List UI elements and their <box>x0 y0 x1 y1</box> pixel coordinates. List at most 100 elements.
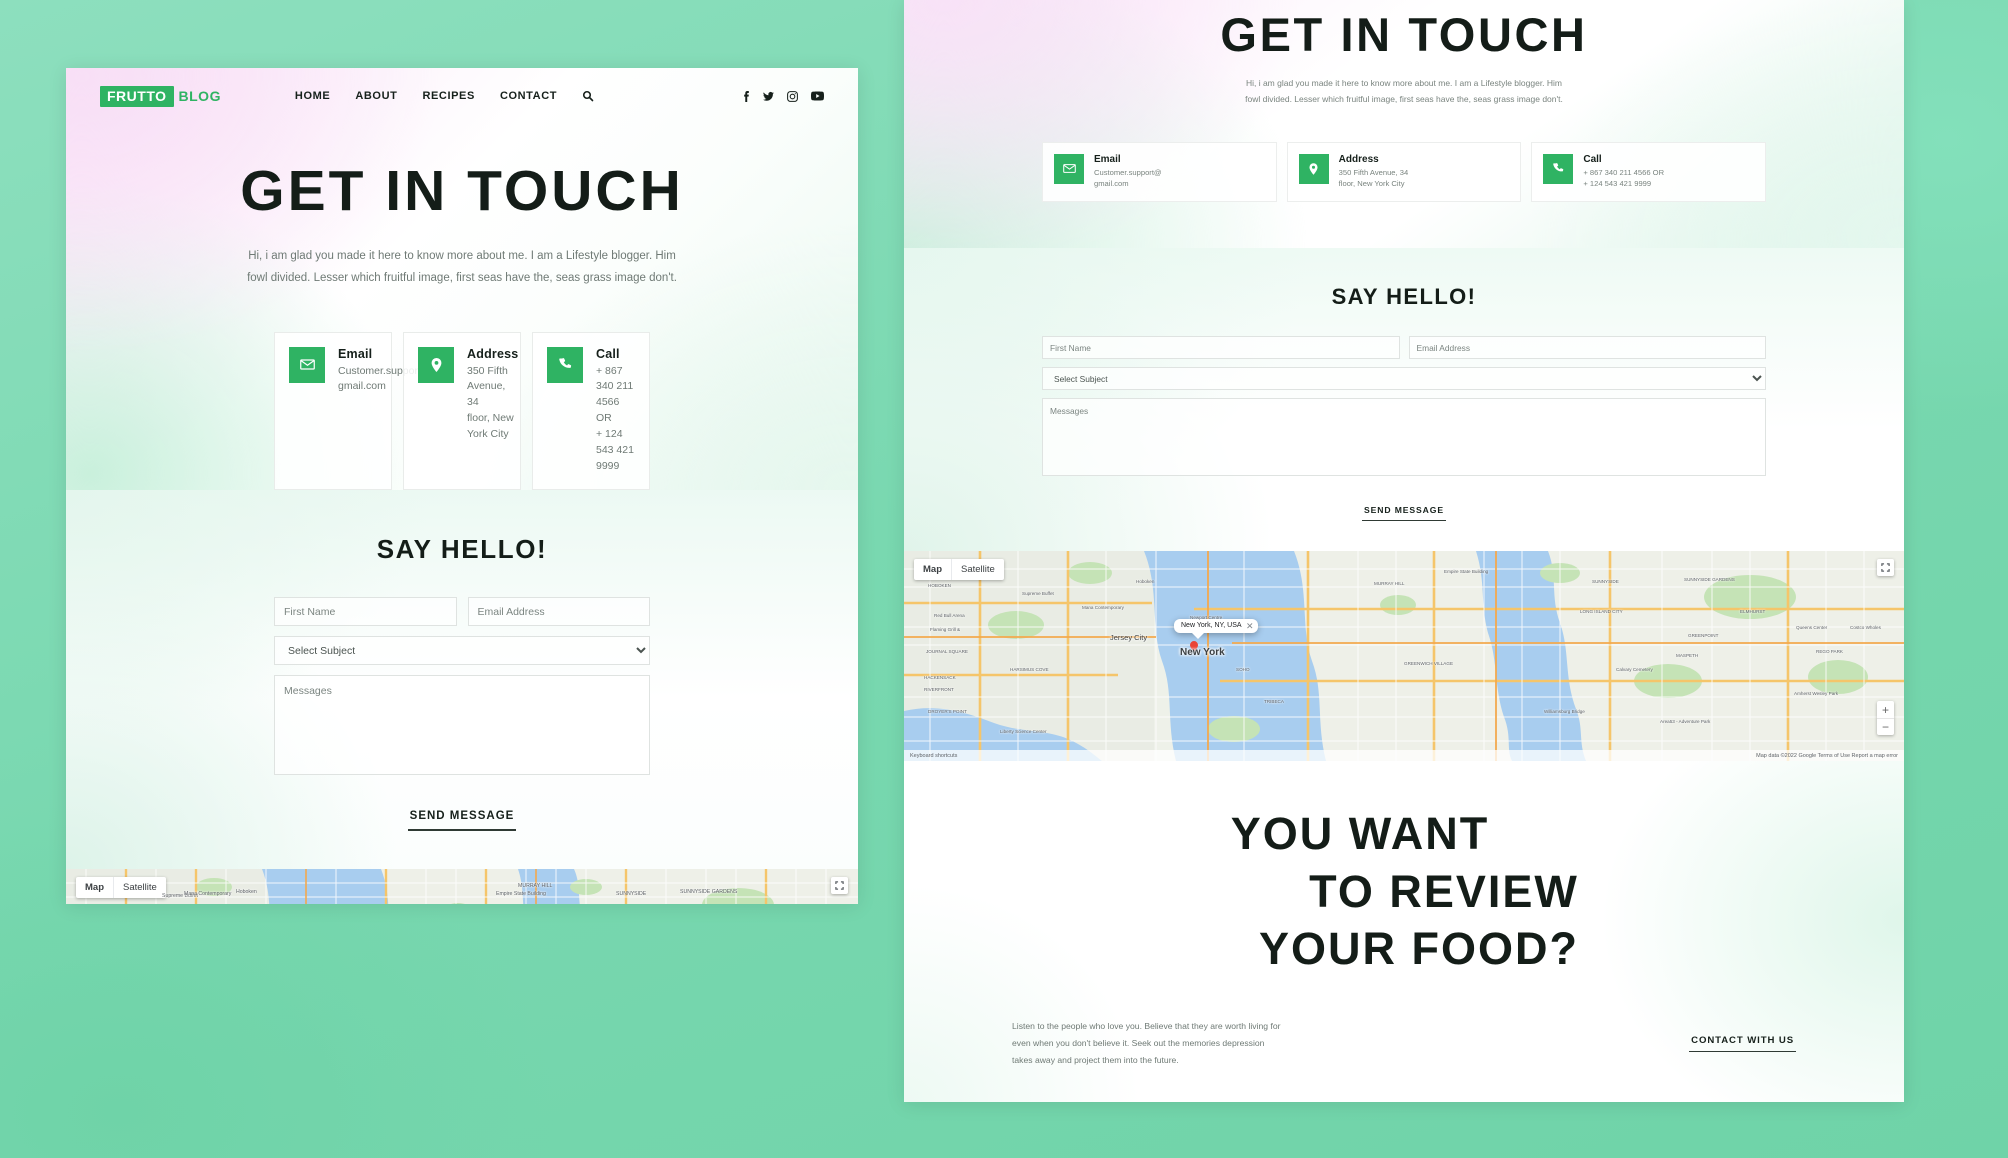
map-label: Mana Contemporary <box>184 891 232 898</box>
hero-content: GET IN TOUCH Hi, i am glad you made it h… <box>66 124 858 290</box>
right-email-input[interactable] <box>1408 336 1766 360</box>
left-preview-panel: FRUTTO BLOG HOME ABOUT RECIPES CONTACT G… <box>66 68 858 904</box>
contact-card-line-1: + 867 340 211 4566 OR <box>596 364 634 425</box>
contact-card-title: Address <box>467 346 519 361</box>
right-map-label: RIVERFRONT <box>924 687 954 693</box>
contact-card-email[interactable]: Email Customer.support@ gmail.com <box>274 331 432 491</box>
send-message-button[interactable]: SEND MESSAGE <box>407 810 517 832</box>
youtube-icon[interactable] <box>811 91 824 101</box>
nav-item-contact[interactable]: CONTACT <box>500 90 557 102</box>
right-map-zoom-in-button[interactable]: + <box>1877 701 1894 718</box>
cta-title-line-2: TO REVIEW <box>1309 865 1579 917</box>
page-title: GET IN TOUCH <box>240 159 684 223</box>
map-type-control[interactable]: Map Satellite <box>76 877 166 899</box>
right-contact-card-line-1: Customer.support@ <box>1094 167 1162 177</box>
right-map-label: SUNNYSIDE GARDENS <box>1684 577 1735 583</box>
contact-card-text: + 867 340 211 4566 OR + 124 543 421 9999 <box>596 364 635 476</box>
send-message-wrap: SEND MESSAGE <box>66 780 858 869</box>
nav-item-recipes[interactable]: RECIPES <box>422 90 475 102</box>
contact-card-line-1: 350 Fifth Avenue, 34 <box>467 364 508 409</box>
right-contact-card-line-2: floor, New York City <box>1338 179 1405 189</box>
right-contact-card-title: Address <box>1338 153 1379 165</box>
right-contact-card-text: 350 Fifth Avenue, 34 floor, New York Cit… <box>1339 167 1409 191</box>
google-map-left[interactable]: Map Satellite + − New York, NY, USA ✕ Ne… <box>66 869 858 904</box>
logo-badge: FRUTTO <box>100 85 174 107</box>
right-first-name-input[interactable] <box>1042 336 1400 360</box>
contact-card-call[interactable]: Call + 867 340 211 4566 OR + 124 543 421… <box>532 331 650 491</box>
right-map-zoom-out-button[interactable]: − <box>1877 718 1894 735</box>
twitter-icon[interactable] <box>763 91 774 102</box>
contact-card-title: Call <box>596 346 620 361</box>
right-subject-select[interactable]: Select Subject <box>1042 367 1766 391</box>
right-map-type-map[interactable]: Map <box>914 559 951 580</box>
right-map-label: MURRAY HILL <box>1374 581 1405 587</box>
instagram-icon[interactable] <box>787 90 798 102</box>
nav-item-home[interactable]: HOME <box>295 90 330 102</box>
contact-card-address[interactable]: Address 350 Fifth Avenue, 34 floor, New … <box>403 331 521 491</box>
right-map-label: REGO PARK <box>1816 649 1843 655</box>
right-contact-cards: Email Customer.support@ gmail.com Addres… <box>904 108 1904 203</box>
right-contact-card-line-2: gmail.com <box>1094 179 1129 189</box>
first-name-input[interactable] <box>274 597 457 627</box>
logo-word: BLOG <box>178 88 221 104</box>
site-logo[interactable]: FRUTTO BLOG <box>100 85 221 107</box>
right-map-label: MASPETH <box>1676 653 1699 659</box>
form-title: SAY HELLO! <box>376 534 548 565</box>
email-input[interactable] <box>467 597 650 627</box>
right-map-location-tooltip[interactable]: New York, NY, USA ✕ <box>1174 619 1258 640</box>
right-map-label: SOHO <box>1236 667 1250 673</box>
right-map-city-jersey-city: Jersey City <box>1110 633 1148 643</box>
right-map-type-control[interactable]: Map Satellite <box>914 559 1004 581</box>
map-label: MURRAY HILL <box>518 883 553 890</box>
right-map-fullscreen-button[interactable] <box>1877 559 1894 577</box>
right-send-message-button[interactable]: SEND MESSAGE <box>1361 505 1447 522</box>
location-pin-icon <box>418 346 454 383</box>
map-fullscreen-button[interactable] <box>831 877 848 895</box>
map-footer-left[interactable]: Keyboard shortcuts <box>910 753 957 759</box>
right-map-label: HOBOKEN <box>928 583 951 589</box>
right-map-label: Amherst Wesley Park <box>1794 691 1839 697</box>
right-map-city-new-york: New York <box>1180 647 1225 659</box>
right-map-type-satellite[interactable]: Satellite <box>951 559 1004 581</box>
contact-form: Select Subject <box>66 597 858 780</box>
messages-textarea[interactable] <box>274 675 650 776</box>
map-label: SUNNYSIDE GARDENS <box>680 889 738 896</box>
right-map-footer: Keyboard shortcuts Map data ©2022 Google… <box>904 750 1904 762</box>
google-map-right[interactable]: Map Satellite + − New York, NY, USA ✕ Ne… <box>904 551 1904 762</box>
right-map-label: DROYER'S POINT <box>928 709 967 715</box>
cta-title-line-1: YOU WANT <box>1230 808 1490 860</box>
right-map-zoom-control[interactable]: + − <box>1877 701 1894 736</box>
right-map-label: Queens Center <box>1796 625 1828 631</box>
right-send-message-wrap: SEND MESSAGE <box>904 481 1904 551</box>
contact-card-text: 350 Fifth Avenue, 34 floor, New York Cit… <box>467 364 518 444</box>
close-icon[interactable]: ✕ <box>1246 621 1254 632</box>
map-type-satellite[interactable]: Satellite <box>113 877 166 899</box>
nav-item-about[interactable]: ABOUT <box>355 90 397 102</box>
right-contact-card-address[interactable]: Address 350 Fifth Avenue, 34 floor, New … <box>1286 141 1522 203</box>
contact-with-us-button[interactable]: CONTACT WITH US <box>1689 1035 1796 1053</box>
search-icon[interactable] <box>582 90 594 102</box>
right-contact-card-email[interactable]: Email Customer.support@ gmail.com <box>1042 141 1277 203</box>
map-type-map[interactable]: Map <box>76 877 113 898</box>
right-map-label: LONG ISLAND CITY <box>1580 609 1623 615</box>
mail-icon <box>289 346 325 383</box>
right-map-label: HARSIMUS COVE <box>1010 667 1049 673</box>
right-contact-form-section: SAY HELLO! Select Subject SEND MESSAGE <box>904 248 1904 552</box>
right-messages-textarea[interactable] <box>1042 398 1766 477</box>
right-map-label: JOURNAL SQUARE <box>926 649 968 655</box>
subject-select[interactable]: Select Subject <box>274 636 650 666</box>
map-label: Hoboken <box>236 889 257 896</box>
nav-links: HOME ABOUT RECIPES CONTACT <box>295 90 594 102</box>
right-map-label: Mana Contemporary <box>1082 605 1124 611</box>
right-map-label: Newport Centre <box>1190 615 1223 621</box>
right-hero-subtitle: Hi, i am glad you made it here to know m… <box>1239 75 1569 107</box>
right-contact-card-text: Customer.support@ gmail.com <box>1094 167 1162 191</box>
right-contact-card-call[interactable]: Call + 867 340 211 4566 OR + 124 543 421… <box>1531 141 1767 203</box>
right-hero-section: GET IN TOUCH Hi, i am glad you made it h… <box>904 0 1904 248</box>
right-preview-panel: GET IN TOUCH Hi, i am glad you made it h… <box>904 0 1904 1102</box>
top-navbar: FRUTTO BLOG HOME ABOUT RECIPES CONTACT <box>66 68 858 124</box>
location-pin-icon <box>1298 153 1329 184</box>
facebook-icon[interactable] <box>742 90 750 102</box>
right-contact-card-line-1: + 867 340 211 4566 OR <box>1583 167 1665 177</box>
hero-subtitle-line-2: divided. Lesser which fruitful image, fi… <box>270 271 677 284</box>
